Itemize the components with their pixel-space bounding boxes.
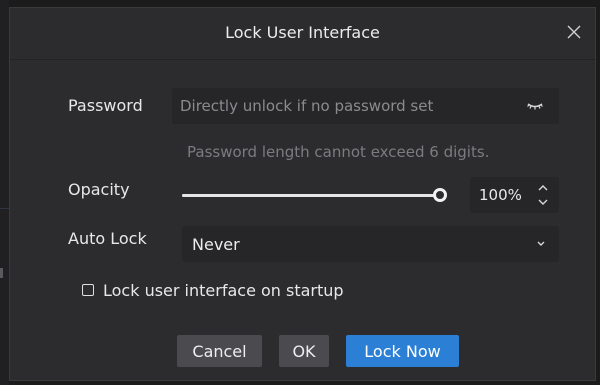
chevron-down-icon [537,241,545,246]
eye-closed-icon [527,103,543,110]
startup-lock-option[interactable]: Lock user interface on startup [82,279,344,301]
background-mark [0,268,3,278]
auto-lock-value: Never [192,235,240,254]
password-hint: Password length cannot exceed 6 digits. [187,143,490,161]
slider-fill [182,194,440,197]
dialog-titlebar: Lock User Interface [10,8,595,60]
background-window-edge [0,0,9,385]
lock-ui-dialog: Lock User Interface Password Password le… [9,7,596,381]
spin-arrows [537,182,549,208]
password-label: Password [68,96,143,115]
password-input[interactable] [172,88,512,124]
startup-lock-checkbox[interactable] [82,284,94,296]
slider-thumb[interactable] [433,188,447,202]
lock-now-button[interactable]: Lock Now [346,335,459,367]
background-divider [0,208,9,209]
opacity-spinbox[interactable]: 100% [470,177,559,213]
cancel-button[interactable]: Cancel [177,335,262,367]
ok-button[interactable]: OK [279,335,329,367]
chevron-up-icon[interactable] [537,182,549,194]
auto-lock-label: Auto Lock [68,229,147,248]
opacity-slider[interactable] [182,186,448,206]
opacity-value: 100% [479,186,522,204]
opacity-label: Opacity [68,180,130,199]
close-button[interactable] [561,19,587,45]
auto-lock-select[interactable]: Never [182,226,559,262]
close-icon [567,25,581,39]
password-visibility-toggle[interactable] [525,96,545,116]
password-field [172,88,559,124]
dialog-title: Lock User Interface [225,23,380,42]
chevron-down-icon[interactable] [537,196,549,208]
startup-lock-label: Lock user interface on startup [103,280,344,300]
